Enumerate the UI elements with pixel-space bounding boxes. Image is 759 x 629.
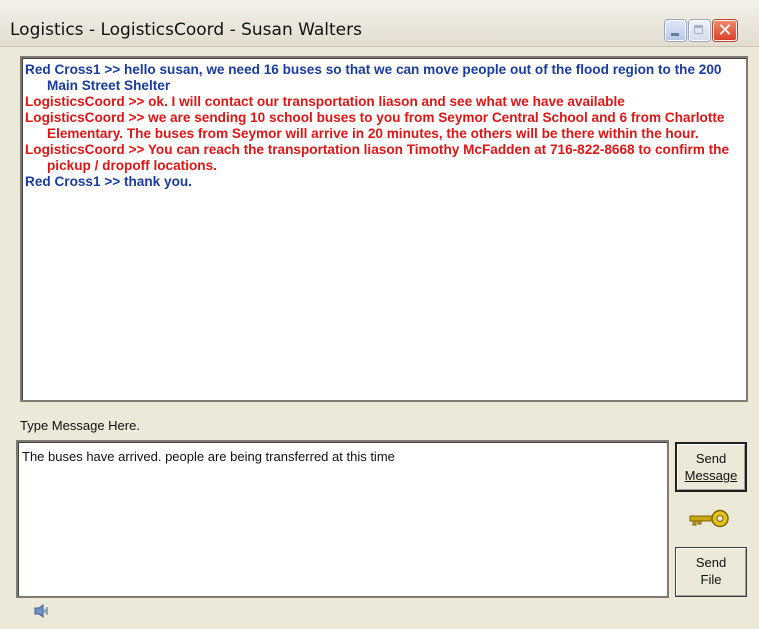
window-title: Logistics - LogisticsCoord - Susan Walte…: [10, 20, 362, 40]
chat-message: LogisticsCoord >> ok. I will contact our…: [25, 94, 625, 109]
chat-message: LogisticsCoord >> we are sending 10 scho…: [25, 110, 725, 141]
chat-log[interactable]: Red Cross1 >> hello susan, we need 16 bu…: [20, 56, 748, 402]
send-message-label-line2: Message: [684, 468, 738, 483]
minimize-button[interactable]: [665, 20, 686, 41]
send-message-label-line1: Send: [695, 451, 727, 466]
send-file-button[interactable]: Send File: [675, 547, 747, 597]
compose-label: Type Message Here.: [20, 418, 140, 433]
send-file-label-line1: Send: [695, 555, 727, 570]
title-bar[interactable]: Logistics - LogisticsCoord - Susan Walte…: [0, 0, 759, 47]
message-input[interactable]: The buses have arrived. people are being…: [16, 440, 669, 598]
chat-window: Logistics - LogisticsCoord - Susan Walte…: [0, 0, 759, 629]
chat-message: LogisticsCoord >> You can reach the tran…: [25, 142, 730, 173]
key-icon: [689, 509, 729, 528]
speaker-icon[interactable]: [34, 604, 50, 618]
close-icon: ✕: [717, 20, 733, 41]
chat-message: Red Cross1 >> hello susan, we need 16 bu…: [25, 62, 722, 93]
send-file-label-line2: File: [700, 572, 722, 587]
chat-message: Red Cross1 >> thank you.: [25, 174, 192, 189]
send-message-button[interactable]: Send Message: [675, 442, 747, 492]
maximize-button[interactable]: [689, 20, 710, 41]
close-button[interactable]: ✕: [713, 20, 737, 41]
